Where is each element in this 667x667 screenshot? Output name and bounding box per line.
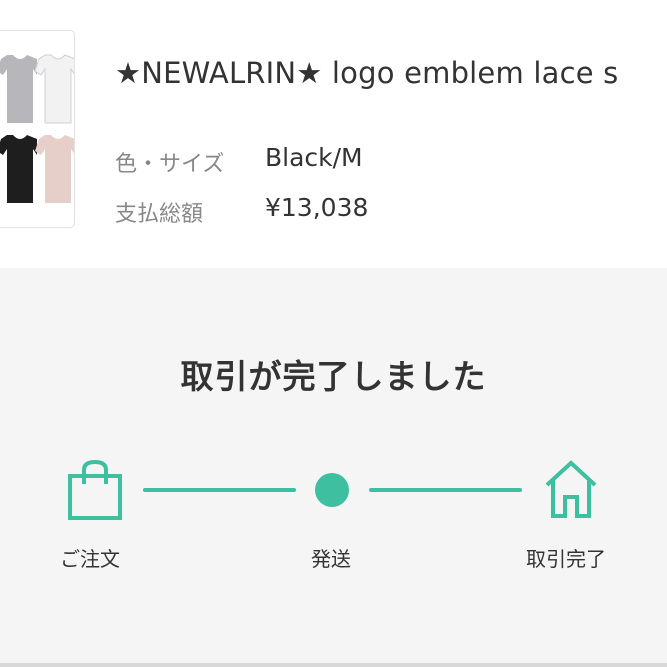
transaction-status-title: 取引が完了しました	[180, 357, 487, 396]
step-label-order: ご注文	[60, 547, 120, 571]
color-size-label: 色・サイズ	[115, 152, 225, 177]
white-top-image	[35, 54, 74, 124]
order-item-card[interactable]: ★NEWALRIN★ logo emblem lace s 色・サイズ Blac…	[0, 0, 667, 268]
shipping-step-dot	[315, 473, 349, 507]
black-top-image	[0, 135, 37, 203]
pink-top-image	[35, 135, 74, 203]
progress-line-1	[143, 488, 296, 492]
product-thumbnail[interactable]	[0, 30, 75, 228]
total-payment-label: 支払総額	[115, 202, 204, 227]
home-icon	[545, 460, 597, 518]
step-label-shipping: 発送	[311, 547, 351, 571]
shopping-bag-icon	[68, 460, 122, 520]
color-size-value: Black/M	[265, 143, 363, 172]
bottom-divider	[0, 663, 667, 667]
step-label-complete: 取引完了	[526, 547, 606, 571]
total-payment-value: ¥13,038	[265, 193, 369, 222]
progress-line-2	[369, 488, 522, 492]
product-title[interactable]: ★NEWALRIN★ logo emblem lace s	[115, 56, 619, 90]
gray-top-image	[0, 55, 37, 123]
